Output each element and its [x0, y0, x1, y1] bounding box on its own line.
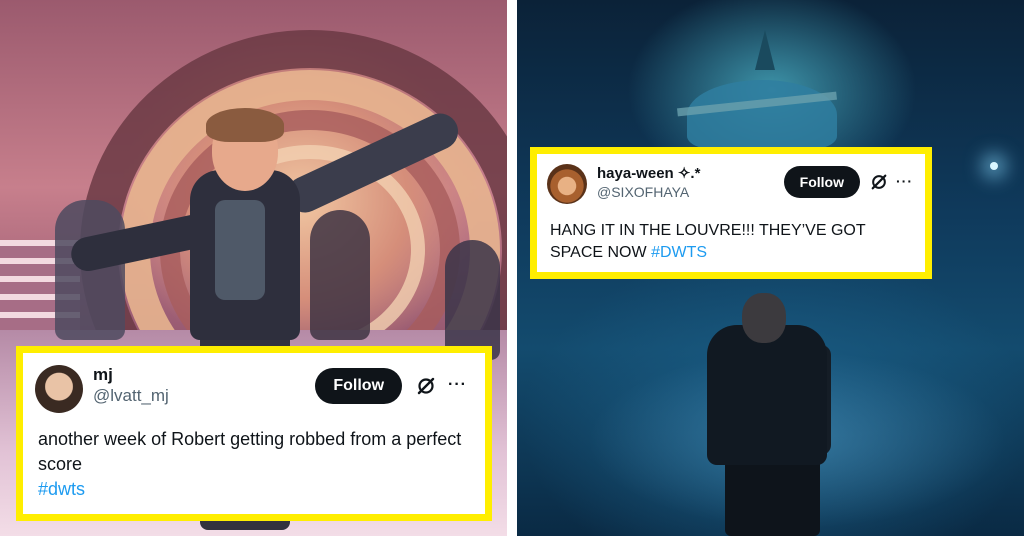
tweet-card-haya: haya-ween ✧.* @SIXOFHAYA Follow ··· HANG…: [530, 147, 932, 279]
grok-icon[interactable]: [416, 376, 436, 396]
hashtag-link[interactable]: #DWTS: [651, 244, 707, 261]
tweet-body-text: another week of Robert getting robbed fr…: [38, 429, 462, 474]
avatar[interactable]: [35, 365, 83, 413]
tweet-user: mj @lvatt_mj: [93, 365, 315, 407]
background-dancer: [310, 210, 370, 340]
tweet-body-text: HANG IT IN THE LOUVRE!!! THEY’VE GOT SPA…: [550, 222, 866, 261]
dancer-legs: [725, 455, 820, 536]
tweet-actions: Follow ···: [315, 365, 467, 404]
tweet-text: another week of Robert getting robbed fr…: [38, 427, 467, 502]
more-icon[interactable]: ···: [896, 173, 913, 189]
display-name[interactable]: haya-ween ✧.*: [597, 164, 784, 183]
dancer-hair: [206, 108, 284, 142]
more-icon[interactable]: ···: [448, 376, 467, 394]
tweet-header: mj @lvatt_mj Follow ···: [35, 365, 467, 413]
dancer-shirt: [215, 200, 265, 300]
tweet-header: haya-ween ✧.* @SIXOFHAYA Follow ···: [547, 164, 913, 204]
tweet-actions: Follow ···: [783, 164, 913, 198]
performer-hat: [755, 30, 775, 70]
dancer-head: [742, 293, 786, 343]
follow-button[interactable]: Follow: [783, 166, 860, 198]
stage-spotlight: [990, 162, 998, 170]
avatar[interactable]: [547, 164, 587, 204]
dancer-jacket: [707, 325, 827, 465]
background-dancer: [445, 240, 500, 360]
display-name[interactable]: mj: [93, 365, 315, 385]
user-handle[interactable]: @SIXOFHAYA: [597, 183, 784, 201]
grok-icon[interactable]: [870, 173, 888, 191]
performer-gown: [687, 80, 837, 150]
follow-button[interactable]: Follow: [315, 368, 403, 404]
tweet-user: haya-ween ✧.* @SIXOFHAYA: [597, 164, 784, 201]
tweet-card-mj: mj @lvatt_mj Follow ··· another week of …: [16, 346, 492, 521]
user-handle[interactable]: @lvatt_mj: [93, 385, 315, 407]
hashtag-link[interactable]: #dwts: [38, 479, 85, 499]
tweet-text: HANG IT IN THE LOUVRE!!! THEY’VE GOT SPA…: [550, 220, 913, 264]
